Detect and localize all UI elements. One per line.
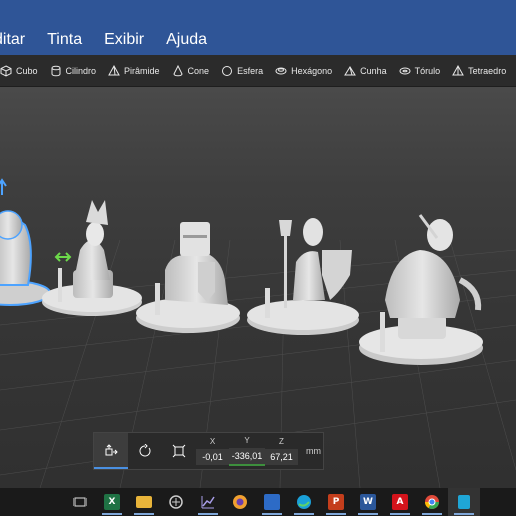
tetrahedron-icon [452,64,465,75]
cylinder-icon [51,65,61,76]
file-explorer-icon [136,496,152,508]
shape-label: Tórulo [414,65,441,76]
running-indicator [326,513,346,515]
running-indicator [262,513,282,515]
chart-app-icon [201,496,215,509]
3d-viewport[interactable] [0,87,516,488]
sphere-icon [222,65,233,76]
running-indicator [422,513,442,515]
cube-icon [0,64,12,77]
file-explorer-button[interactable] [128,488,160,516]
excel-icon: X [104,494,120,510]
x-coordinate: X -0,01 [196,433,229,469]
taskbar-spacer [0,488,64,516]
figure-2[interactable] [42,200,142,316]
torus-icon [399,67,411,74]
word-button[interactable]: W [352,488,384,516]
move-icon [105,444,118,456]
shape-label: Tetraedro [468,65,507,76]
running-indicator [454,513,474,515]
transform-panel: X -0,01 Y -336,01 Z 67,21 mm [93,432,324,470]
scene-canvas[interactable] [0,87,516,488]
shape-hexagono-button[interactable]: Hexágono [275,65,332,77]
pyramid-icon [108,64,120,75]
powerpoint-icon: P [328,494,344,510]
cone-icon [173,64,183,76]
chrome-icon [425,495,439,509]
powerpoint-button[interactable]: P [320,488,352,516]
unit-label: mm [306,446,321,456]
menu-editar[interactable]: ditar [0,31,25,49]
running-indicator [294,513,314,515]
wedge-icon [344,65,357,75]
hexagon-icon [275,67,287,74]
shape-cubo-button[interactable]: Cubo [0,64,38,77]
running-indicator [198,513,218,515]
browser-circle-icon [233,495,247,509]
z-coordinate: Z 67,21 [265,433,298,469]
shape-piramide-button[interactable]: Pirâmide [108,64,160,77]
excel-button[interactable]: X [96,488,128,516]
shape-cunha-button[interactable]: Cunha [344,65,387,77]
running-indicator [102,513,122,515]
document-app-button[interactable] [256,488,288,516]
shape-label: Pirâmide [124,65,160,76]
shape-label: Cilindro [65,65,97,76]
rotate-tool-button[interactable] [128,433,162,469]
edge-icon [297,495,311,509]
scale-icon [172,444,186,458]
x-label: X [209,437,216,446]
move-tool-button[interactable] [94,433,128,469]
shape-tetraedro-button[interactable]: Tetraedro [452,64,507,77]
rotate-icon [139,444,151,457]
shape-cilindro-button[interactable]: Cilindro [50,65,97,77]
running-indicator [390,513,410,515]
figure-1-selected[interactable] [0,178,51,306]
acrobat-button[interactable]: A [384,488,416,516]
shape-label: Cunha [360,65,387,76]
word-icon: W [360,494,376,510]
paint3d-button[interactable] [448,488,480,516]
shape-label: Cone [187,65,210,76]
menu-tinta[interactable]: Tinta [47,31,82,49]
document-app-icon [264,494,280,510]
taskbar: X P W A [0,488,516,516]
acrobat-icon: A [392,494,408,510]
running-indicator [134,513,154,515]
shape-label: Esfera [237,65,264,76]
shape-cone-button[interactable]: Cone [172,64,210,77]
shape-toolbar: Cubo Cilindro Pirâmide Cone Esfera Hexág… [0,55,516,87]
z-value[interactable]: 67,21 [265,449,298,465]
menu-ajuda[interactable]: Ajuda [166,31,207,49]
app-circle-icon [169,495,183,509]
shape-label: Hexágono [291,65,333,76]
shape-label: Cubo [16,65,38,76]
y-coordinate: Y -336,01 [229,433,265,469]
app-circle-button[interactable] [160,488,192,516]
scale-tool-button[interactable] [162,433,196,469]
z-label: Z [279,437,284,446]
y-label: Y [244,436,250,445]
running-indicator [358,513,378,515]
shape-esfera-button[interactable]: Esfera [221,65,263,77]
browser-circle-button[interactable] [224,488,256,516]
menu-exibir[interactable]: Exibir [104,31,144,49]
edge-button[interactable] [288,488,320,516]
chart-app-button[interactable] [192,488,224,516]
menu-bar: ditar Tinta Exibir Ajuda [0,0,516,55]
task-view-button[interactable] [64,488,96,516]
chrome-button[interactable] [416,488,448,516]
figure-4[interactable] [247,218,359,335]
figure-3[interactable] [136,222,240,333]
shape-torulo-button[interactable]: Tórulo [399,65,441,77]
y-value[interactable]: -336,01 [229,448,265,466]
x-value[interactable]: -0,01 [196,449,229,465]
task-view-icon [73,497,87,507]
paint3d-icon [458,495,470,509]
